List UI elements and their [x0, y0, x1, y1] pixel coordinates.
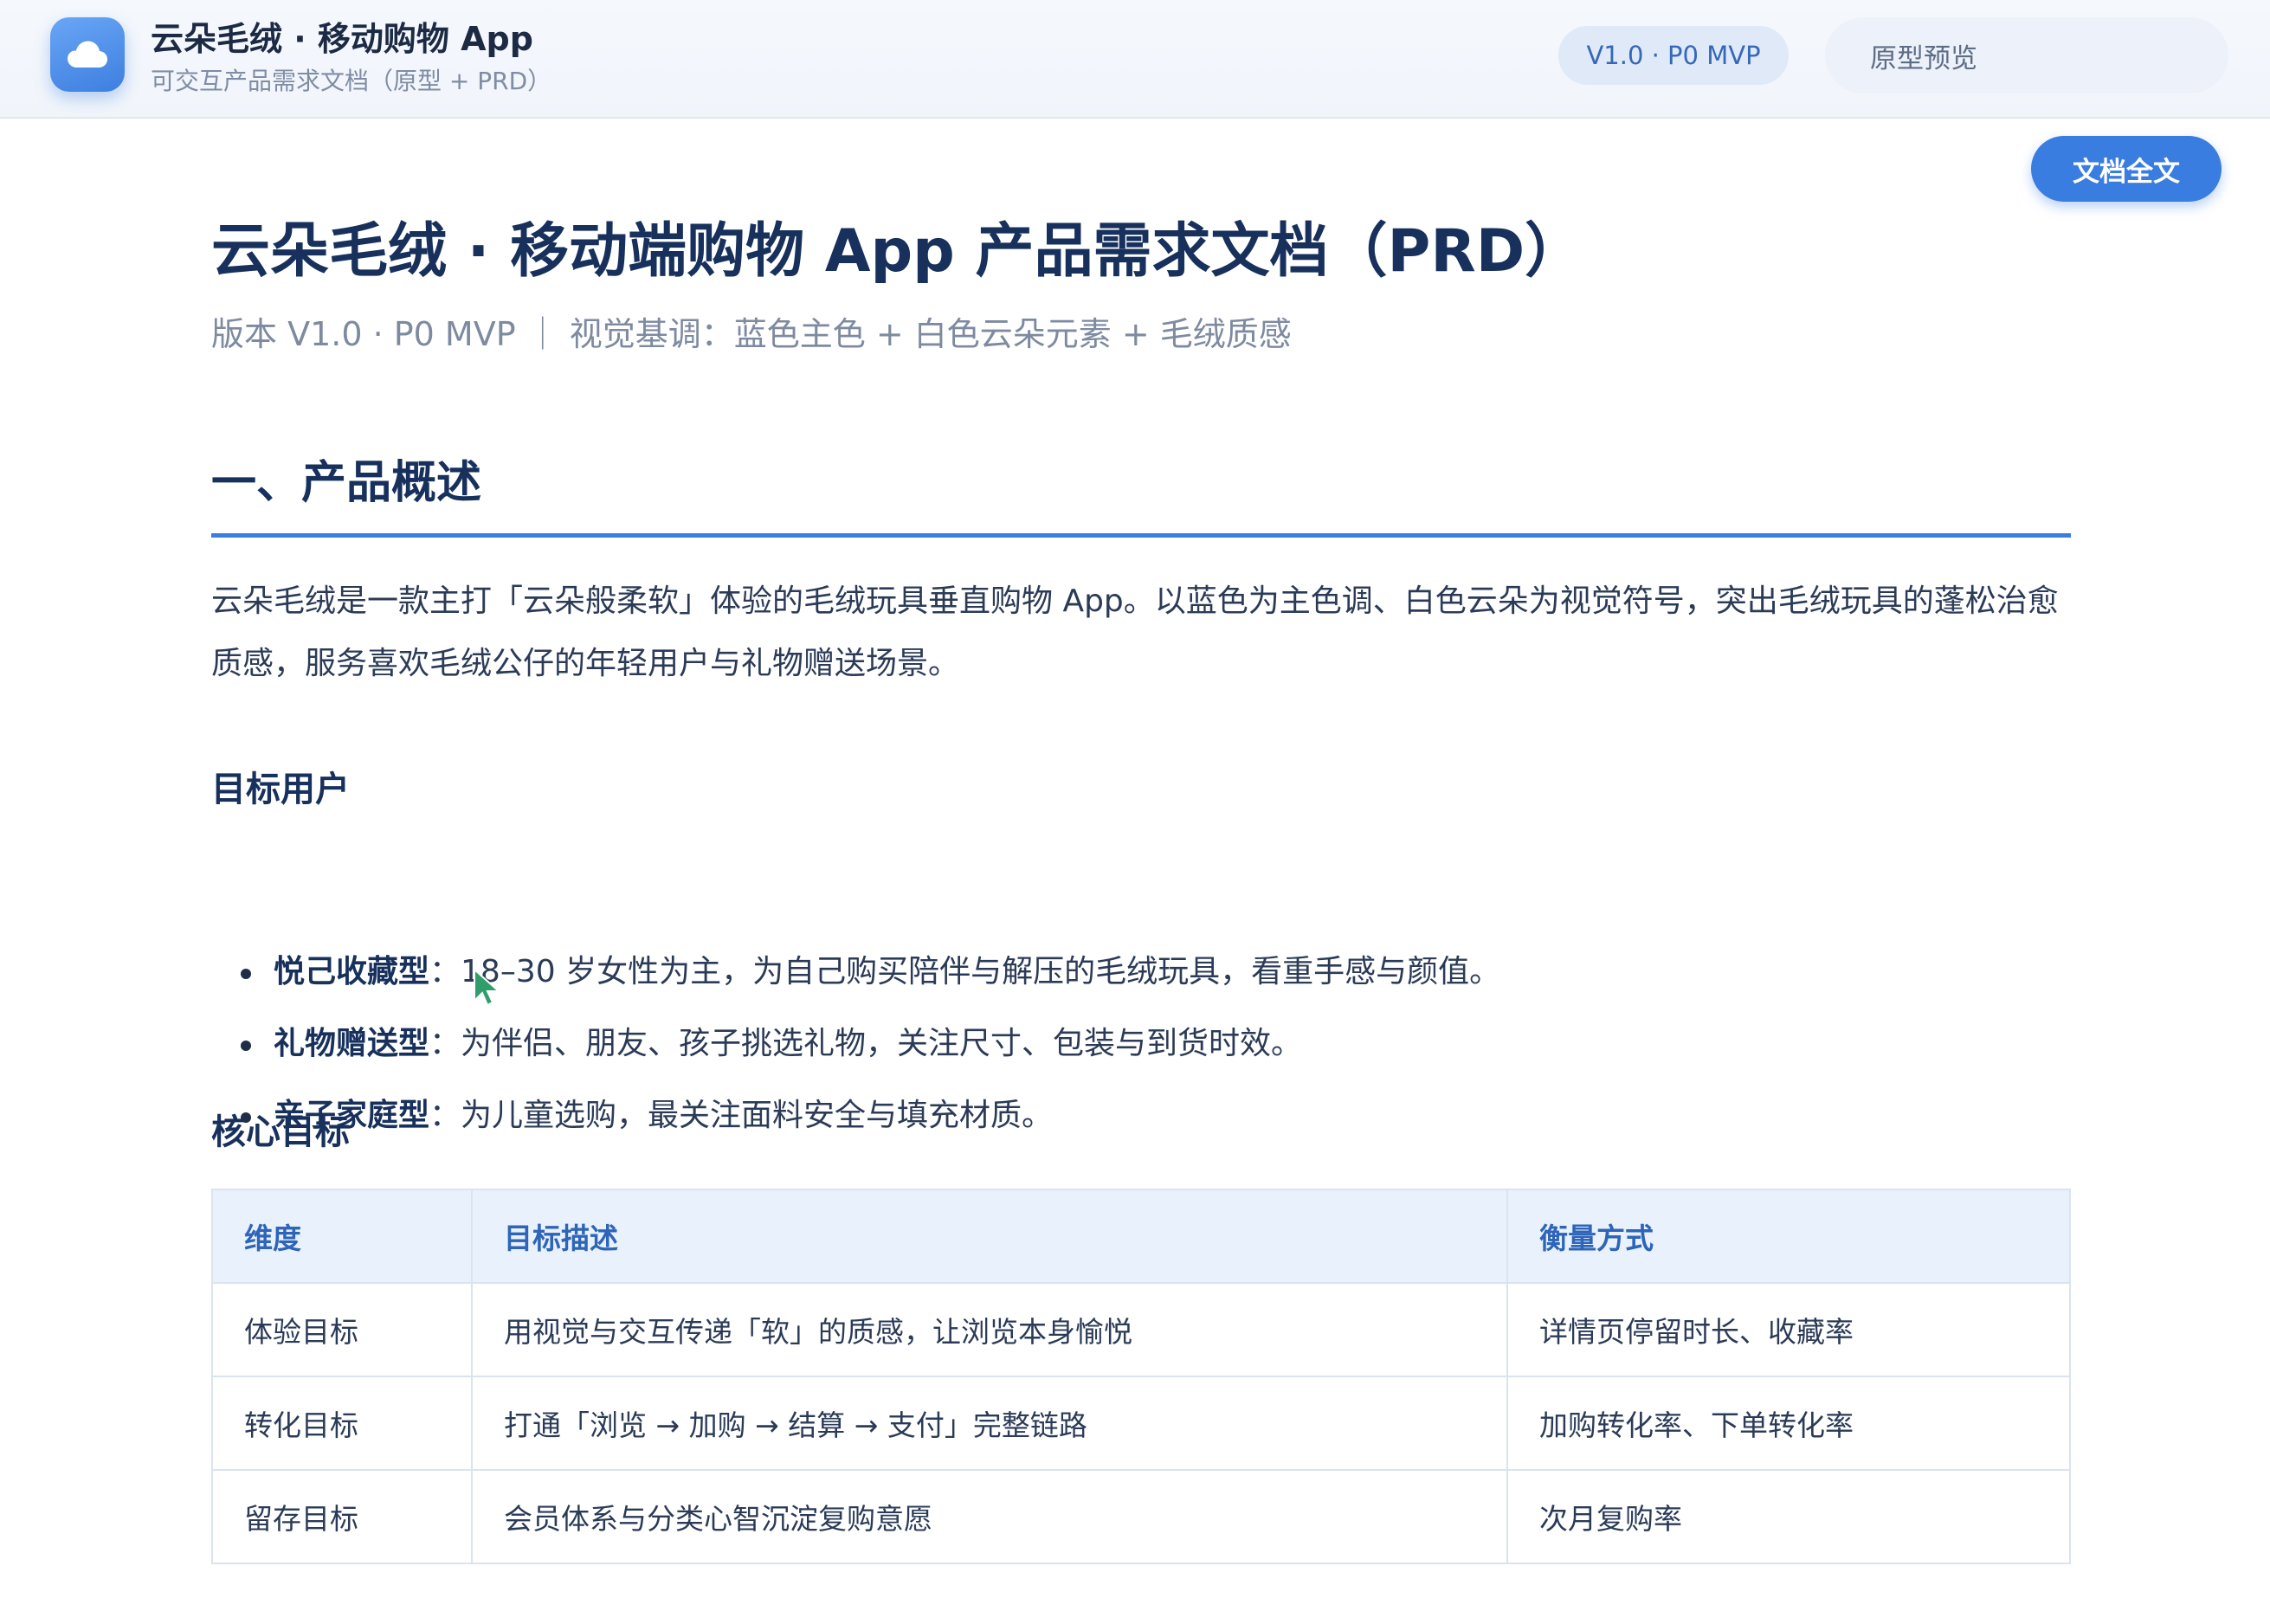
- table-row: 体验目标 用视觉与交互传递「软」的质感，让浏览本身愉悦 详情页停留时长、收藏率: [211, 1282, 2071, 1377]
- mouse-cursor-icon: [474, 968, 501, 1007]
- table-cell: 用视觉与交互传递「软」的质感，让浏览本身愉悦: [471, 1282, 1508, 1377]
- user-type-name: 礼物赠送型: [274, 1026, 430, 1061]
- list-item: 悦己收藏型：18–30 岁女性为主，为自己购买陪伴与解压的毛绒玩具，看重手感与颜…: [211, 957, 1500, 1028]
- overview-paragraph: 云朵毛绒是一款主打「云朵般柔软」体验的毛绒玩具垂直购物 App。以蓝色为主色调、…: [211, 583, 2059, 681]
- table-cell: 体验目标: [211, 1282, 473, 1377]
- table-cell: 打通「浏览 → 加购 → 结算 → 支付」完整链路: [471, 1376, 1508, 1471]
- app-title: 云朵毛绒 · 移动购物 App: [151, 20, 533, 58]
- app-header: 云朵毛绒 · 移动购物 App 可交互产品需求文档（原型 + PRD） V1.0…: [0, 0, 2270, 202]
- document-title: 云朵毛绒 · 移动端购物 App 产品需求文档（PRD）: [211, 217, 1584, 286]
- table-cell: 详情页停留时长、收藏率: [1506, 1282, 2071, 1377]
- target-users-heading: 目标用户: [211, 770, 350, 809]
- list-item: 亲子家庭型：为儿童选购，最关注面料安全与填充材质。: [211, 1100, 1500, 1172]
- version-badge: V1.0 · P0 MVP: [1558, 26, 1789, 85]
- table-cell: 会员体系与分类心智沉淀复购意愿: [471, 1469, 1508, 1564]
- user-type-desc: ：为伴侣、朋友、孩子挑选礼物，关注尺寸、包装与到货时效。: [429, 1026, 1303, 1061]
- column-header-description: 目标描述: [471, 1189, 1508, 1284]
- table-cell: 加购转化率、下单转化率: [1506, 1376, 2071, 1471]
- list-item: 礼物赠送型：为伴侣、朋友、孩子挑选礼物，关注尺寸、包装与到货时效。: [211, 1028, 1500, 1100]
- section-heading-overview: 一、产品概述: [211, 446, 2071, 538]
- column-header-measure: 衡量方式: [1506, 1189, 2071, 1284]
- target-users-list: 悦己收藏型：18–30 岁女性为主，为自己购买陪伴与解压的毛绒玩具，看重手感与颜…: [211, 957, 1500, 1172]
- user-type-desc: ：为儿童选购，最关注面料安全与填充材质。: [429, 1098, 1054, 1133]
- user-type-desc: ：18–30 岁女性为主，为自己购买陪伴与解压的毛绒玩具，看重手感与颜值。: [429, 954, 1501, 989]
- core-goals-table: 维度 目标描述 衡量方式 体验目标 用视觉与交互传递「软」的质感，让浏览本身愉悦…: [211, 1189, 2071, 1564]
- cloud-icon: [68, 41, 107, 68]
- app-subtitle: 可交互产品需求文档（原型 + PRD）: [151, 67, 552, 95]
- core-goals-heading: 核心目标: [211, 1112, 350, 1152]
- user-type-name: 悦己收藏型: [274, 954, 430, 989]
- table-header-row: 维度 目标描述 衡量方式: [211, 1189, 2071, 1284]
- view-switcher: 原型预览 文档全文: [1825, 17, 2228, 202]
- tab-prototype-preview[interactable]: 原型预览: [1832, 23, 2015, 88]
- document-meta: 版本 V1.0 · P0 MVP ｜ 视觉基调：蓝色主色 + 白色云朵元素 + …: [211, 315, 1292, 353]
- table-cell: 次月复购率: [1506, 1469, 2071, 1564]
- table-row: 留存目标 会员体系与分类心智沉淀复购意愿 次月复购率: [211, 1469, 2071, 1564]
- table-row: 转化目标 打通「浏览 → 加购 → 结算 → 支付」完整链路 加购转化率、下单转…: [211, 1376, 2071, 1471]
- app-logo: [50, 17, 125, 92]
- column-header-dimension: 维度: [211, 1189, 473, 1284]
- tab-full-document[interactable]: 文档全文: [2031, 136, 2222, 202]
- table-cell: 转化目标: [211, 1376, 473, 1471]
- table-cell: 留存目标: [211, 1469, 473, 1564]
